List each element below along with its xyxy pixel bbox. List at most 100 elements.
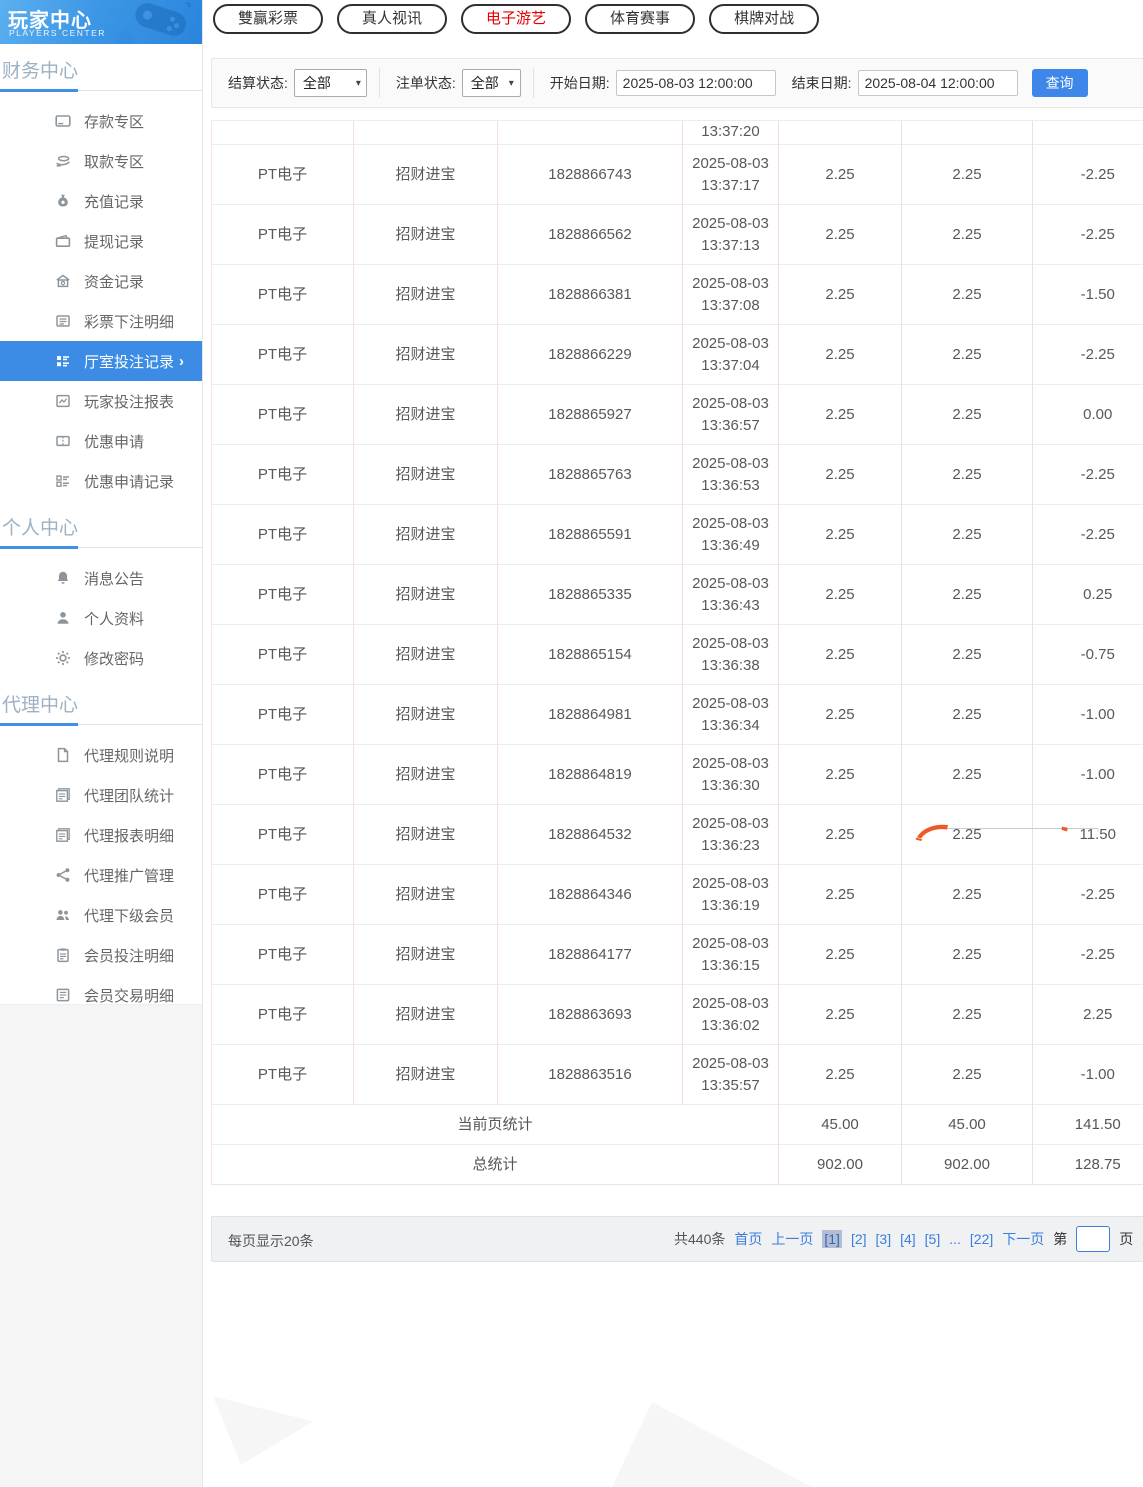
end-date-input[interactable] [858,70,1018,96]
tab-category[interactable]: 雙贏彩票 [213,4,323,34]
sidebar-item[interactable]: 修改密码 [0,638,202,678]
cell-valid-amount: 2.25 [902,985,1033,1045]
page-link[interactable]: [3] [876,1231,892,1247]
tab-category[interactable]: 棋牌对战 [709,4,819,34]
summary-valid: 902.00 [902,1145,1033,1185]
wallet-icon [55,233,71,249]
cell-datetime: 2025-08-0313:36:38 [683,625,779,685]
cell-datetime: 2025-08-0313:36:43 [683,565,779,625]
promo-ticket-icon [55,433,71,449]
cell-win-loss: -2.25 [1033,865,1143,925]
game-category-tabs: 雙贏彩票真人视讯电子游艺体育赛事棋牌对战 [213,4,819,34]
sidebar-item-label: 消息公告 [84,568,144,589]
sidebar-item-label: 代理团队统计 [84,785,174,806]
cell-order-no: 1828864981 [498,685,683,745]
summary-win-loss: 128.75 [1033,1145,1143,1185]
table-row: PT电子招财进宝18288643462025-08-0313:36:192.25… [212,865,1143,925]
clipboard-icon [55,947,71,963]
cell-win-loss: 0.25 [1033,565,1143,625]
cell-game-type: PT电子 [212,745,354,805]
sidebar-item[interactable]: 个人资料 [0,598,202,638]
sidebar-item[interactable]: 会员交易明细 [0,975,202,1015]
chevron-down-icon: ▾ [509,78,514,89]
sidebar-item[interactable]: 会员投注明细 [0,935,202,975]
promo-record-icon [55,473,71,489]
sidebar-item[interactable]: 资金记录 [0,261,202,301]
sidebar-item[interactable]: 厅室投注记录› [0,341,202,381]
sidebar-item[interactable]: 优惠申请记录 [0,461,202,501]
next-page-link[interactable]: 下一页 [1002,1229,1044,1249]
tab-category[interactable]: 体育赛事 [585,4,695,34]
sidebar-item[interactable]: 优惠申请 [0,421,202,461]
sidebar-item[interactable]: 代理推广管理 [0,855,202,895]
sidebar-item[interactable]: 存款专区 [0,101,202,141]
jump-page-input[interactable] [1076,1226,1110,1252]
table-row: PT电子招财进宝18288636932025-08-0313:36:022.25… [212,985,1143,1045]
tab-active[interactable]: 电子游艺 [461,4,571,34]
search-button[interactable]: 查询 [1032,69,1088,97]
order-status-label: 注单状态: [396,73,456,93]
cell-game-name: 招财进宝 [354,685,498,745]
cell-win-loss: -2.25 [1033,205,1143,265]
page-link[interactable]: [4] [900,1231,916,1247]
cell-win-loss: -1.00 [1033,1045,1143,1105]
cell-datetime: 2025-08-0313:36:23 [683,805,779,865]
sidebar-item[interactable]: 取款专区 [0,141,202,181]
pagination-bar: 每页显示20条 共440条首页上一页[1][2][3][4][5]...[22]… [211,1216,1143,1262]
page-link[interactable]: [2] [851,1231,867,1247]
cell-game-type: PT电子 [212,625,354,685]
sidebar-item[interactable]: 代理规则说明 [0,735,202,775]
cell-valid-amount: 2.25 [902,865,1033,925]
jump-suffix-label: 页 [1119,1229,1133,1249]
cell-order-no: 1828866562 [498,205,683,265]
tab-category[interactable]: 真人视讯 [337,4,447,34]
hall-bet-record-icon [55,353,71,369]
sidebar-item[interactable]: 消息公告 [0,558,202,598]
sidebar-item[interactable]: 代理报表明细 [0,815,202,855]
sidebar-item[interactable]: 提现记录 [0,221,202,261]
sidebar-item[interactable]: 代理团队统计 [0,775,202,815]
cell-datetime: 2025-08-0313:36:57 [683,385,779,445]
cell-bet-amount: 2.25 [779,265,902,325]
prev-page-link[interactable]: 上一页 [771,1229,813,1249]
cell-datetime: 2025-08-0313:35:57 [683,1045,779,1105]
current-page-indicator[interactable]: [1] [822,1230,842,1248]
page-link[interactable]: [5] [925,1231,941,1247]
first-page-link[interactable]: 首页 [734,1229,762,1249]
cell-valid-amount: 2.25 [902,745,1033,805]
gamepad-icon [102,2,192,44]
start-date-input[interactable] [616,70,776,96]
sidebar-item[interactable]: 玩家投注报表 [0,381,202,421]
summary-label: 总统计 [212,1145,779,1185]
cell-game-type: PT电子 [212,925,354,985]
sidebar-item-label: 优惠申请 [84,431,144,452]
summary-row-page: 当前页统计45.0045.00141.50 [212,1105,1143,1145]
filter-divider [379,68,380,98]
sidebar-item[interactable]: 充值记录 [0,181,202,221]
table-row: PT电子招财进宝18288649812025-08-0313:36:342.25… [212,685,1143,745]
cell-bet-amount: 2.25 [779,625,902,685]
cell-game-type: PT电子 [212,505,354,565]
cell-game-type: PT电子 [212,265,354,325]
sidebar-item-label: 彩票下注明细 [84,311,174,332]
cell-datetime: 2025-08-0313:36:49 [683,505,779,565]
sidebar-item-label: 会员投注明细 [84,945,174,966]
cell-win-loss: -2.25 [1033,505,1143,565]
last-page-link[interactable]: [22] [970,1231,993,1247]
settle-status-select[interactable]: 全部 ▾ [294,69,367,97]
sidebar-item[interactable]: 彩票下注明细 [0,301,202,341]
table-row: PT电子招财进宝18288645322025-08-0313:36:232.25… [212,805,1143,865]
sidebar-item[interactable]: 代理下级会员 [0,895,202,935]
doc-lines-icon [55,987,71,1003]
cell-order-no: 1828865591 [498,505,683,565]
sidebar-item-label: 资金记录 [84,271,144,292]
cell-datetime: 2025-08-0313:37:08 [683,265,779,325]
sidebar-section-title: 财务中心 [0,54,202,91]
cell-win-loss: -2.25 [1033,445,1143,505]
cell-valid-amount: 2.25 [902,565,1033,625]
order-status-select[interactable]: 全部 ▾ [462,69,521,97]
bet-records-table-wrap: 13:37:20PT电子招财进宝18288667432025-08-0313:3… [211,120,1143,1185]
sidebar-item-label: 会员交易明细 [84,985,174,1006]
sidebar: 玩家中心 PLAYERS CENTER 财务中心存款专区取款专区充值记录提现记录… [0,0,203,1005]
cell-order-no: 1828864177 [498,925,683,985]
